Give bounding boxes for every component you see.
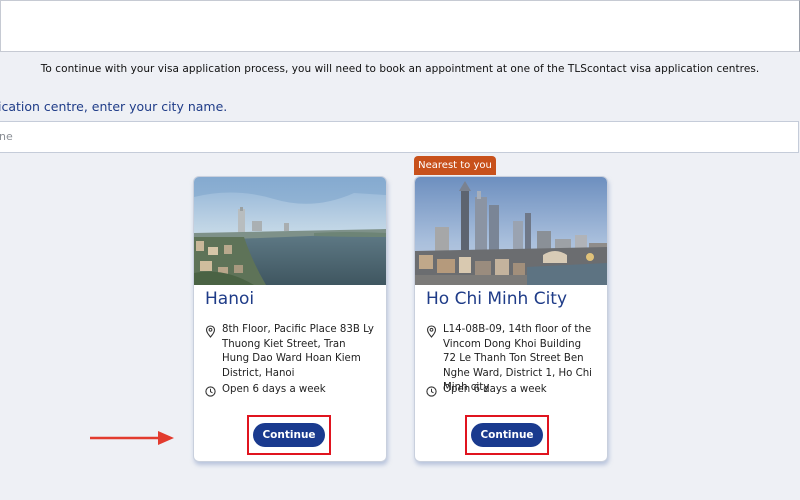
intro-text: To continue with your visa application p…: [40, 63, 760, 75]
city-search-input[interactable]: ne: [0, 121, 799, 153]
centre-card-hanoi: Hanoi 8th Floor, Pacific Place 83B Ly Th…: [193, 176, 387, 462]
nearest-badge: Nearest to you: [414, 156, 496, 175]
location-pin-icon: [205, 325, 216, 338]
top-header-bar: [0, 0, 800, 52]
location-pin-icon: [426, 325, 437, 338]
opening-hours: Open 6 days a week: [443, 384, 547, 395]
search-placeholder: ne: [0, 130, 13, 143]
centre-city-title: Hanoi: [205, 289, 255, 309]
clock-icon: [426, 386, 437, 397]
opening-hours: Open 6 days a week: [222, 384, 326, 395]
highlight-box: Continue: [247, 415, 331, 455]
continue-button-hanoi[interactable]: Continue: [253, 423, 325, 447]
hanoi-city-photo: [194, 177, 386, 285]
continue-button-ho-chi-minh[interactable]: Continue: [471, 423, 543, 447]
ho-chi-minh-city-photo: [415, 177, 607, 285]
centre-card-ho-chi-minh: Ho Chi Minh City L14-08B-09, 14th floor …: [414, 176, 608, 462]
red-arrow-icon: [90, 431, 174, 445]
highlight-box: Continue: [465, 415, 549, 455]
clock-icon: [205, 386, 216, 397]
centre-address: 8th Floor, Pacific Place 83B Ly Thuong K…: [222, 324, 374, 379]
centre-city-title: Ho Chi Minh City: [426, 289, 568, 309]
search-prompt-label: ication centre, enter your city name.: [0, 99, 228, 114]
